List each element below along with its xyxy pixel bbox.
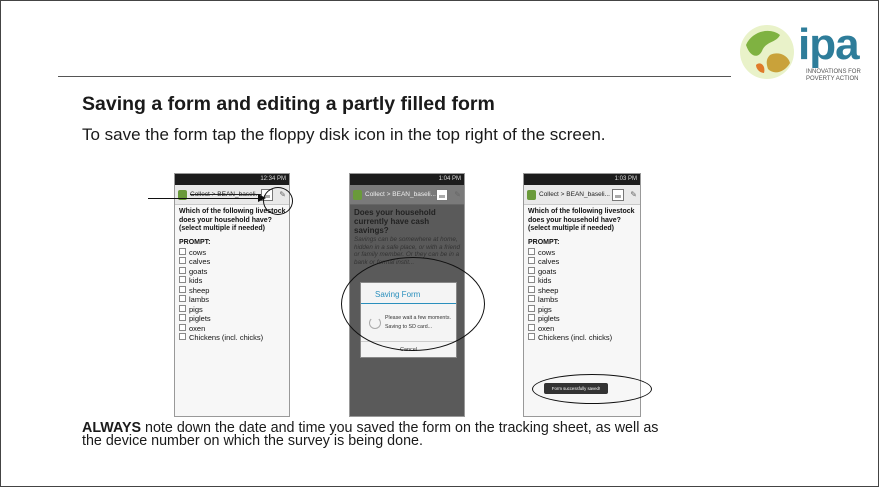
checkbox-option[interactable]: sheep <box>524 285 640 296</box>
checkbox-icon[interactable] <box>179 266 186 274</box>
action-bar: Collect > BEAN_baseli... ✎ <box>524 185 640 205</box>
checkbox-icon[interactable] <box>528 257 535 264</box>
slide-subtitle: To save the form tap the floppy disk ico… <box>82 125 606 144</box>
question-text: Which of the following livestock does yo… <box>528 208 635 232</box>
checkbox-icon[interactable] <box>528 314 535 321</box>
breadcrumb: Collect > BEAN_baseli... <box>539 191 610 198</box>
bottom-note: ALWAYS note down the date and time you s… <box>82 421 842 449</box>
option-label: kids <box>189 276 203 285</box>
checkbox-icon[interactable] <box>179 295 186 302</box>
highlight-circle <box>532 374 652 404</box>
checkbox-option[interactable]: oxen <box>175 323 289 334</box>
ipa-logo: ipa INNOVATIONS FOR POVERTY ACTION <box>736 19 876 85</box>
checkbox-icon[interactable] <box>528 295 535 302</box>
checkbox-option[interactable]: cows <box>524 247 640 258</box>
checkbox-option[interactable]: pigs <box>175 304 289 315</box>
option-label: Chickens (incl. chicks) <box>189 333 264 342</box>
option-label: lambs <box>189 295 210 304</box>
option-label: lambs <box>538 295 559 304</box>
action-bar: Collect > BEAN_baseli... ✎ <box>350 185 464 205</box>
highlight-circle <box>263 187 293 215</box>
option-label: piglets <box>189 314 211 323</box>
checkbox-icon[interactable] <box>528 285 535 293</box>
option-label: pigs <box>189 304 203 314</box>
checkbox-option[interactable]: calves <box>524 257 640 267</box>
pointer-arrow <box>148 198 262 200</box>
option-label: calves <box>189 257 211 266</box>
option-label: pigs <box>538 304 552 314</box>
logo-tagline: INNOVATIONS FOR <box>806 69 861 75</box>
highlight-circle <box>341 257 485 351</box>
checkbox-icon[interactable] <box>528 266 535 274</box>
checkbox-option[interactable]: cows <box>175 247 289 258</box>
question-text: Does your household currently have cash … <box>354 208 436 235</box>
checkbox-option[interactable]: kids <box>524 276 640 286</box>
option-label: oxen <box>189 323 206 333</box>
option-label: kids <box>538 276 552 285</box>
checkbox-option[interactable]: piglets <box>175 314 289 324</box>
option-label: piglets <box>538 314 560 323</box>
header-rule <box>58 76 731 77</box>
status-bar-time: 1:04 PM <box>350 174 464 185</box>
checkbox-option[interactable]: piglets <box>524 314 640 324</box>
prompt-label: PROMPT: <box>528 238 560 246</box>
checkbox-icon[interactable] <box>179 285 186 293</box>
checkbox-icon[interactable] <box>179 276 186 283</box>
status-bar-time: 1:03 PM <box>524 174 640 185</box>
option-label: calves <box>538 257 560 266</box>
checkbox-option[interactable]: goats <box>524 266 640 277</box>
option-list: cows calves goats kids sheep lambs pigs piglets… <box>175 247 289 343</box>
breadcrumb: Collect > BEAN_baseli... <box>365 191 436 198</box>
floppy-disk-icon[interactable] <box>436 188 449 201</box>
checkbox-option[interactable]: lambs <box>175 295 289 305</box>
checkbox-option[interactable]: lambs <box>524 295 640 305</box>
checkbox-option[interactable]: calves <box>175 257 289 267</box>
checkbox-icon[interactable] <box>179 314 186 321</box>
checkbox-option[interactable]: oxen <box>524 323 640 334</box>
logo-tagline: POVERTY ACTION <box>806 76 859 82</box>
option-label: sheep <box>538 285 559 295</box>
option-label: goats <box>538 266 557 276</box>
checkbox-option[interactable]: goats <box>175 266 289 277</box>
checkbox-icon[interactable] <box>179 304 186 312</box>
checkbox-option[interactable]: Chickens (incl. chicks) <box>175 333 289 343</box>
option-label: goats <box>189 266 208 276</box>
checkbox-icon[interactable] <box>179 323 186 331</box>
checkbox-option[interactable]: kids <box>175 276 289 286</box>
option-label: cows <box>189 247 207 257</box>
floppy-disk-icon[interactable] <box>612 188 625 201</box>
checkbox-option[interactable]: pigs <box>524 304 640 315</box>
checkbox-icon[interactable] <box>528 333 535 340</box>
slide: ipa INNOVATIONS FOR POVERTY ACTION Savin… <box>0 0 879 487</box>
note-text: the device number on which the survey is… <box>82 433 423 449</box>
checkbox-icon[interactable] <box>528 276 535 283</box>
magic-wand-icon[interactable]: ✎ <box>454 190 461 199</box>
option-label: sheep <box>189 285 210 295</box>
collect-app-icon <box>527 189 536 200</box>
option-label: oxen <box>538 323 555 333</box>
logo-text: ipa <box>798 20 860 69</box>
magic-wand-icon[interactable]: ✎ <box>630 190 637 199</box>
checkbox-icon[interactable] <box>179 257 186 264</box>
checkbox-option[interactable]: sheep <box>175 285 289 296</box>
checkbox-icon[interactable] <box>528 247 535 255</box>
prompt-label: PROMPT: <box>179 238 211 246</box>
option-label: Chickens (incl. chicks) <box>538 333 613 342</box>
option-list: cows calves goats kids sheep lambs pigs piglets… <box>524 247 640 343</box>
status-bar-time: 12:34 PM <box>175 174 289 185</box>
globe-icon <box>740 25 794 79</box>
checkbox-option[interactable]: Chickens (incl. chicks) <box>524 333 640 343</box>
collect-app-icon <box>353 189 362 200</box>
checkbox-icon[interactable] <box>528 304 535 312</box>
checkbox-icon[interactable] <box>179 247 186 255</box>
slide-title: Saving a form and editing a partly fille… <box>82 93 495 115</box>
checkbox-icon[interactable] <box>528 323 535 331</box>
option-label: cows <box>538 247 556 257</box>
breadcrumb: Collect > BEAN_baseli... <box>190 191 261 198</box>
checkbox-icon[interactable] <box>179 333 186 340</box>
